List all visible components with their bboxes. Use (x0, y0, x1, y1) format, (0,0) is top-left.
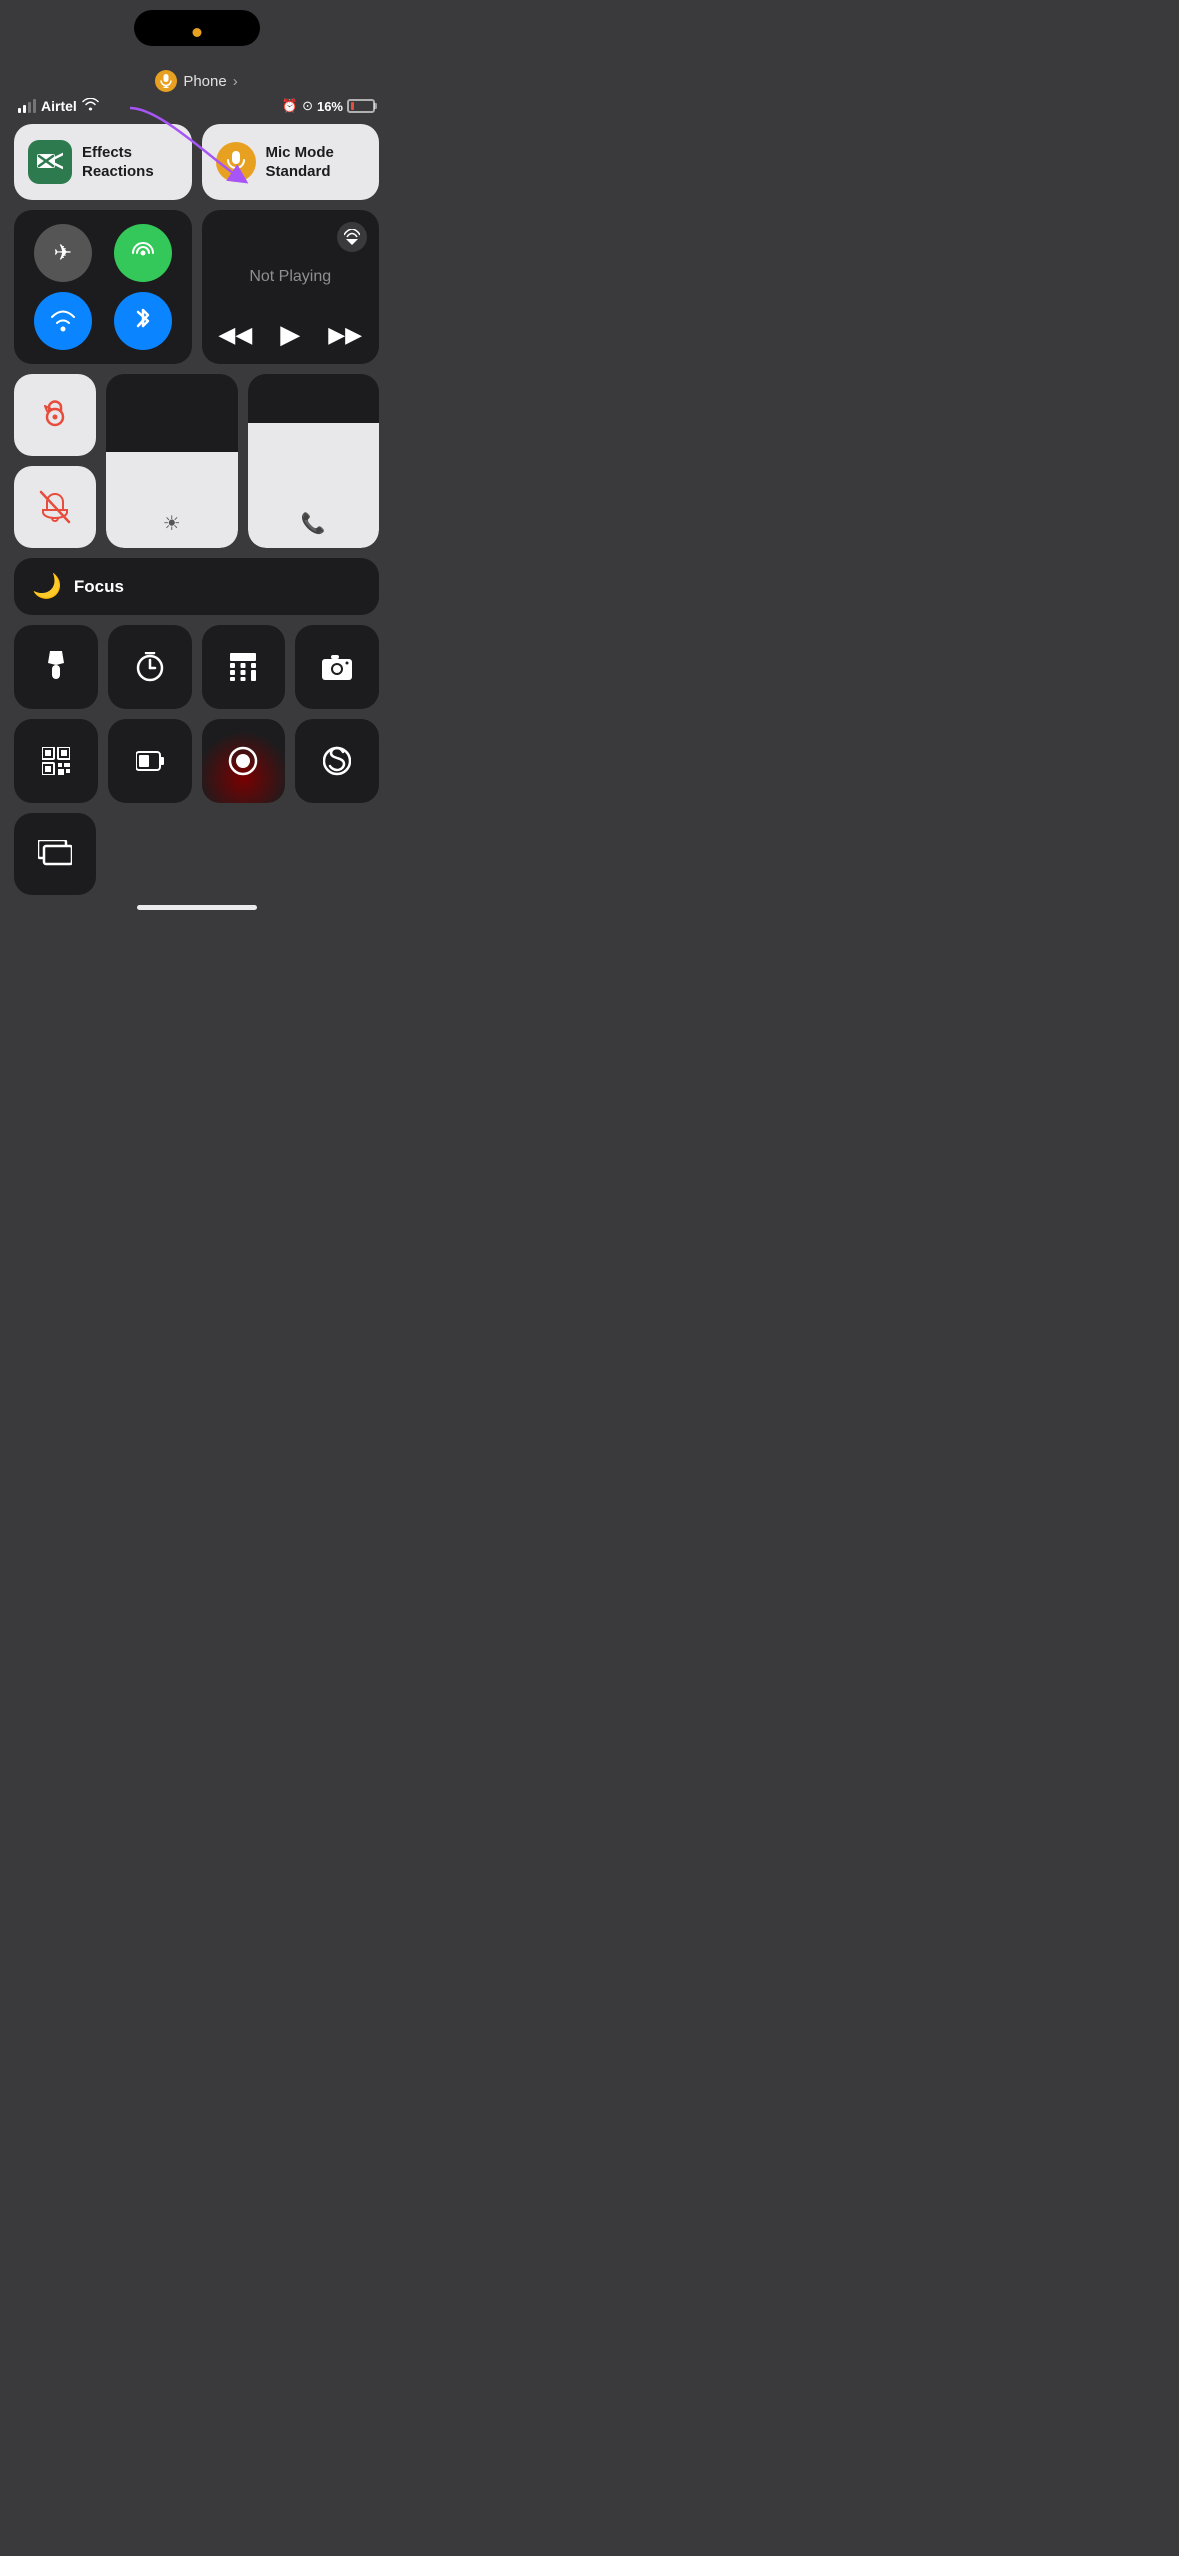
play-button[interactable]: ▶ (280, 319, 300, 350)
next-button[interactable]: ▶▶ (328, 322, 362, 348)
volume-slider[interactable]: 📞 (248, 374, 380, 548)
moon-icon: 🌙 (32, 572, 62, 601)
camera-button[interactable] (295, 625, 379, 709)
battery-percent: 16% (317, 99, 343, 114)
battery-status-button[interactable] (108, 719, 192, 803)
effects-reactions-button[interactable]: EffectsReactions (14, 124, 192, 200)
effects-icon (28, 140, 72, 184)
flashlight-button[interactable] (14, 625, 98, 709)
status-left: Airtel (18, 98, 99, 114)
phone-label: Phone (183, 73, 226, 90)
phone-chevron: › (233, 73, 238, 90)
prev-button[interactable]: ◀◀ (218, 322, 252, 348)
timer-button[interactable] (108, 625, 192, 709)
shazam-button[interactable] (295, 719, 379, 803)
cellular-button[interactable] (114, 224, 172, 282)
middle-row: ✈ (14, 210, 379, 364)
icon-row-2 (14, 719, 379, 803)
dynamic-island-dot (192, 28, 201, 37)
mic-mode-label: Mic ModeStandard (266, 143, 334, 182)
quick-toggles (14, 374, 96, 548)
volume-icon: 📞 (301, 511, 326, 536)
carrier-label: Airtel (41, 98, 77, 114)
mic-icon (216, 142, 256, 182)
third-row: ☀ 📞 (14, 374, 379, 548)
icon-row-3 (14, 813, 379, 895)
focus-button[interactable]: 🌙 Focus (14, 558, 379, 615)
bluetooth-button[interactable] (114, 292, 172, 350)
brightness-slider[interactable]: ☀ (106, 374, 238, 548)
battery-icon (347, 99, 375, 113)
qr-scanner-button[interactable] (14, 719, 98, 803)
icon-row-1 (14, 625, 379, 709)
rotation-lock-button[interactable] (14, 374, 96, 456)
focus-row: 🌙 Focus (14, 558, 379, 615)
wifi-icon (82, 98, 99, 114)
screen-mirror-button[interactable] (14, 813, 96, 895)
screen-record-button[interactable] (202, 719, 286, 803)
not-playing-label: Not Playing (216, 242, 366, 311)
signal-bar-2 (23, 105, 26, 113)
signal-bar-1 (18, 108, 21, 113)
wifi-button[interactable] (34, 292, 92, 350)
calculator-button[interactable] (202, 625, 286, 709)
home-indicator (137, 905, 257, 910)
airplane-mode-button[interactable]: ✈ (34, 224, 92, 282)
signal-bar-4 (33, 99, 36, 113)
phone-indicator[interactable]: Phone › (0, 70, 393, 92)
status-right: ⏰ ⊙ 16% (282, 98, 375, 114)
playback-controls: ◀◀ ▶ ▶▶ (216, 319, 366, 350)
alarm-icon: ⏰ (282, 98, 298, 114)
signal-bar-3 (28, 102, 31, 113)
brightness-icon: ☀ (163, 511, 181, 536)
control-center: EffectsReactions Mic ModeStandard ✈ (0, 120, 393, 895)
connectivity-box: ✈ (14, 210, 192, 364)
focus-label: Focus (74, 577, 124, 597)
effects-label: EffectsReactions (82, 143, 154, 182)
silent-mode-button[interactable] (14, 466, 96, 548)
airplay-button[interactable] (337, 222, 367, 252)
mic-mode-button[interactable]: Mic ModeStandard (202, 124, 380, 200)
top-buttons-row: EffectsReactions Mic ModeStandard (14, 124, 379, 200)
status-bar: Airtel ⏰ ⊙ 16% (0, 96, 393, 120)
signal-bars (18, 99, 36, 113)
now-playing-box: Not Playing ◀◀ ▶ ▶▶ (202, 210, 380, 364)
orientation-icon: ⊙ (302, 98, 313, 114)
phone-mic-icon (155, 70, 177, 92)
